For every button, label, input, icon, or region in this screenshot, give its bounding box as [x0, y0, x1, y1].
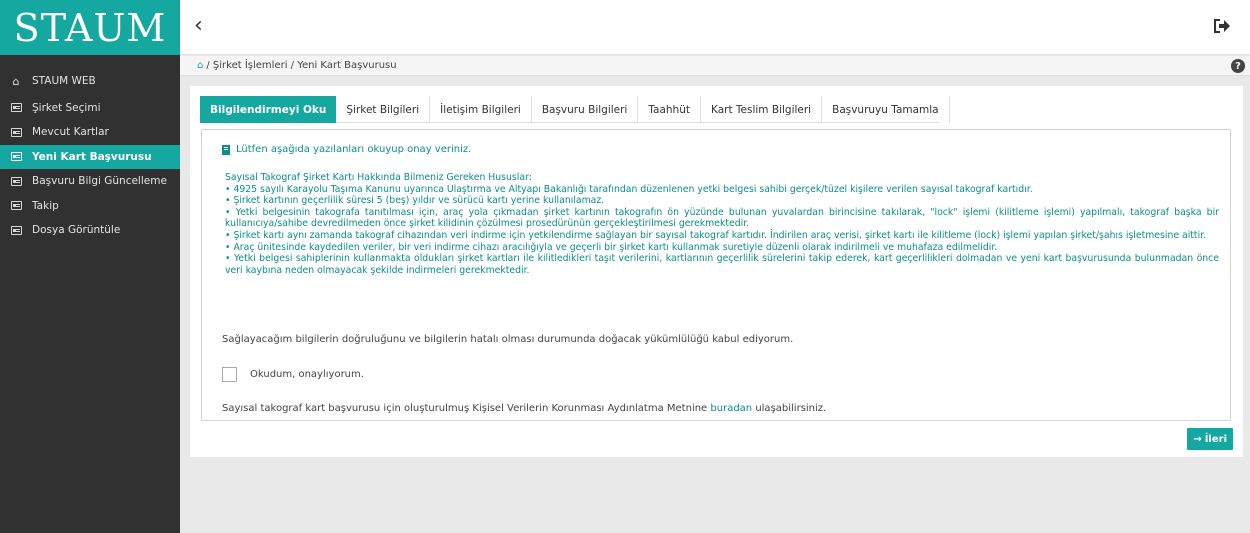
tab-taahhut[interactable]: Taahhüt — [638, 96, 701, 123]
main-panel: Bilgilendirmeyi Oku Şirket Bilgileri İle… — [190, 86, 1243, 457]
kvkk-link[interactable]: buradan — [710, 403, 752, 414]
info-title: Sayısal Takograf Şirket Kartı Hakkında B… — [225, 172, 532, 183]
sidebar-item-label: Mevcut Kartlar — [32, 126, 109, 139]
sidebar-item-yeni-kart-basvurusu[interactable]: Yeni Kart Başvurusu — [0, 144, 180, 169]
sign-out-icon[interactable] — [1212, 16, 1232, 36]
home-icon[interactable]: ⌂ — [197, 60, 203, 71]
confirm-row: Okudum, onaylıyorum. — [222, 367, 364, 382]
sidebar-item-label: Dosya Görüntüle — [32, 224, 121, 237]
sidebar-item-label: Takip — [32, 199, 59, 212]
id-card-icon — [10, 152, 22, 162]
sidebar: STAUM ⌂ STAUM WEB Şirket Seçimi Mevcut K… — [0, 0, 180, 533]
confirm-checkbox[interactable] — [222, 367, 237, 382]
id-card-icon — [10, 201, 22, 211]
accept-statement: Sağlayacağım bilgilerin doğruluğunu ve b… — [222, 334, 794, 345]
book-icon — [222, 144, 230, 155]
id-card-icon — [10, 225, 22, 235]
sidebar-item-sirket-secimi[interactable]: Şirket Seçimi — [0, 96, 180, 121]
sidebar-menu: ⌂ STAUM WEB Şirket Seçimi Mevcut Kartlar… — [0, 69, 180, 243]
info-text: Sayısal Takograf Şirket Kartı Hakkında B… — [225, 172, 1219, 276]
tab-sirket-bilgileri[interactable]: Şirket Bilgileri — [336, 96, 431, 123]
sidebar-item-label: Yeni Kart Başvurusu — [32, 150, 152, 163]
sidebar-item-basvuru-bilgi-guncelleme[interactable]: Başvuru Bilgi Güncelleme — [0, 169, 180, 194]
kvkk-text-after: ulaşabilirsiniz. — [752, 403, 827, 414]
info-box: Lütfen aşağıda yazılanları okuyup onay v… — [201, 129, 1231, 421]
id-card-icon — [10, 103, 22, 113]
arrow-right-icon: → — [1193, 433, 1202, 445]
info-bullet: • 4925 sayılı Karayolu Taşıma Kanunu uya… — [225, 183, 1033, 195]
sidebar-item-dosya-goruntule[interactable]: Dosya Görüntüle — [0, 218, 180, 243]
sidebar-item-label: Şirket Seçimi — [32, 101, 101, 114]
sidebar-item-label: STAUM WEB — [32, 75, 96, 88]
wizard-tabs: Bilgilendirmeyi Oku Şirket Bilgileri İle… — [200, 96, 950, 123]
sidebar-item-staum-web[interactable]: ⌂ STAUM WEB — [0, 69, 180, 94]
top-bar: ‹ — [180, 0, 1250, 55]
sidebar-item-mevcut-kartlar[interactable]: Mevcut Kartlar — [0, 120, 180, 145]
info-bullet: • Yetki belgesinin takografa tanıtılması… — [225, 206, 1219, 230]
next-button-label: İleri — [1204, 433, 1227, 445]
home-icon: ⌂ — [12, 74, 20, 88]
id-card-icon — [10, 176, 22, 186]
tab-kart-teslim-bilgileri[interactable]: Kart Teslim Bilgileri — [701, 96, 823, 123]
info-bullet: • Şirket kartı aynı zamanda takograf cih… — [225, 229, 1207, 241]
tab-bilgilendirmeyi-oku[interactable]: Bilgilendirmeyi Oku — [200, 96, 337, 123]
tab-iletisim-bilgileri[interactable]: İletişim Bilgileri — [430, 96, 532, 123]
breadcrumb-text: / Şirket İşlemleri / Yeni Kart Başvurusu — [206, 60, 397, 71]
tab-basvuruyu-tamamla[interactable]: Başvuruyu Tamamla — [822, 96, 950, 123]
tab-basvuru-bilgileri[interactable]: Başvuru Bilgileri — [532, 96, 639, 123]
kvkk-notice: Sayısal takograf kart başvurusu için olu… — [222, 403, 826, 414]
logo[interactable]: STAUM — [0, 0, 180, 55]
chevron-left-icon[interactable]: ‹ — [194, 13, 203, 38]
info-bullet: • Yetki belgesi sahiplerinin kullanmakta… — [225, 253, 1219, 276]
info-bullet: • Şirket kartının geçerlilik süresi 5 (b… — [225, 195, 605, 207]
kvkk-text-before: Sayısal takograf kart başvurusu için olu… — [222, 403, 711, 414]
sidebar-item-takip[interactable]: Takip — [0, 194, 180, 219]
confirm-checkbox-label[interactable]: Okudum, onaylıyorum. — [250, 369, 364, 380]
sidebar-item-label: Başvuru Bilgi Güncelleme — [32, 175, 167, 188]
next-button[interactable]: → İleri — [1187, 428, 1233, 450]
help-icon[interactable]: ? — [1231, 59, 1245, 73]
logo-text: STAUM — [13, 5, 167, 50]
id-card-icon — [10, 127, 22, 137]
notice-text: Lütfen aşağıda yazılanları okuyup onay v… — [236, 144, 472, 155]
notice: Lütfen aşağıda yazılanları okuyup onay v… — [222, 144, 471, 155]
breadcrumb: ⌂ / Şirket İşlemleri / Yeni Kart Başvuru… — [180, 56, 1250, 76]
info-bullet: • Araç ünitesinde kaydedilen veriler, bi… — [225, 241, 998, 253]
